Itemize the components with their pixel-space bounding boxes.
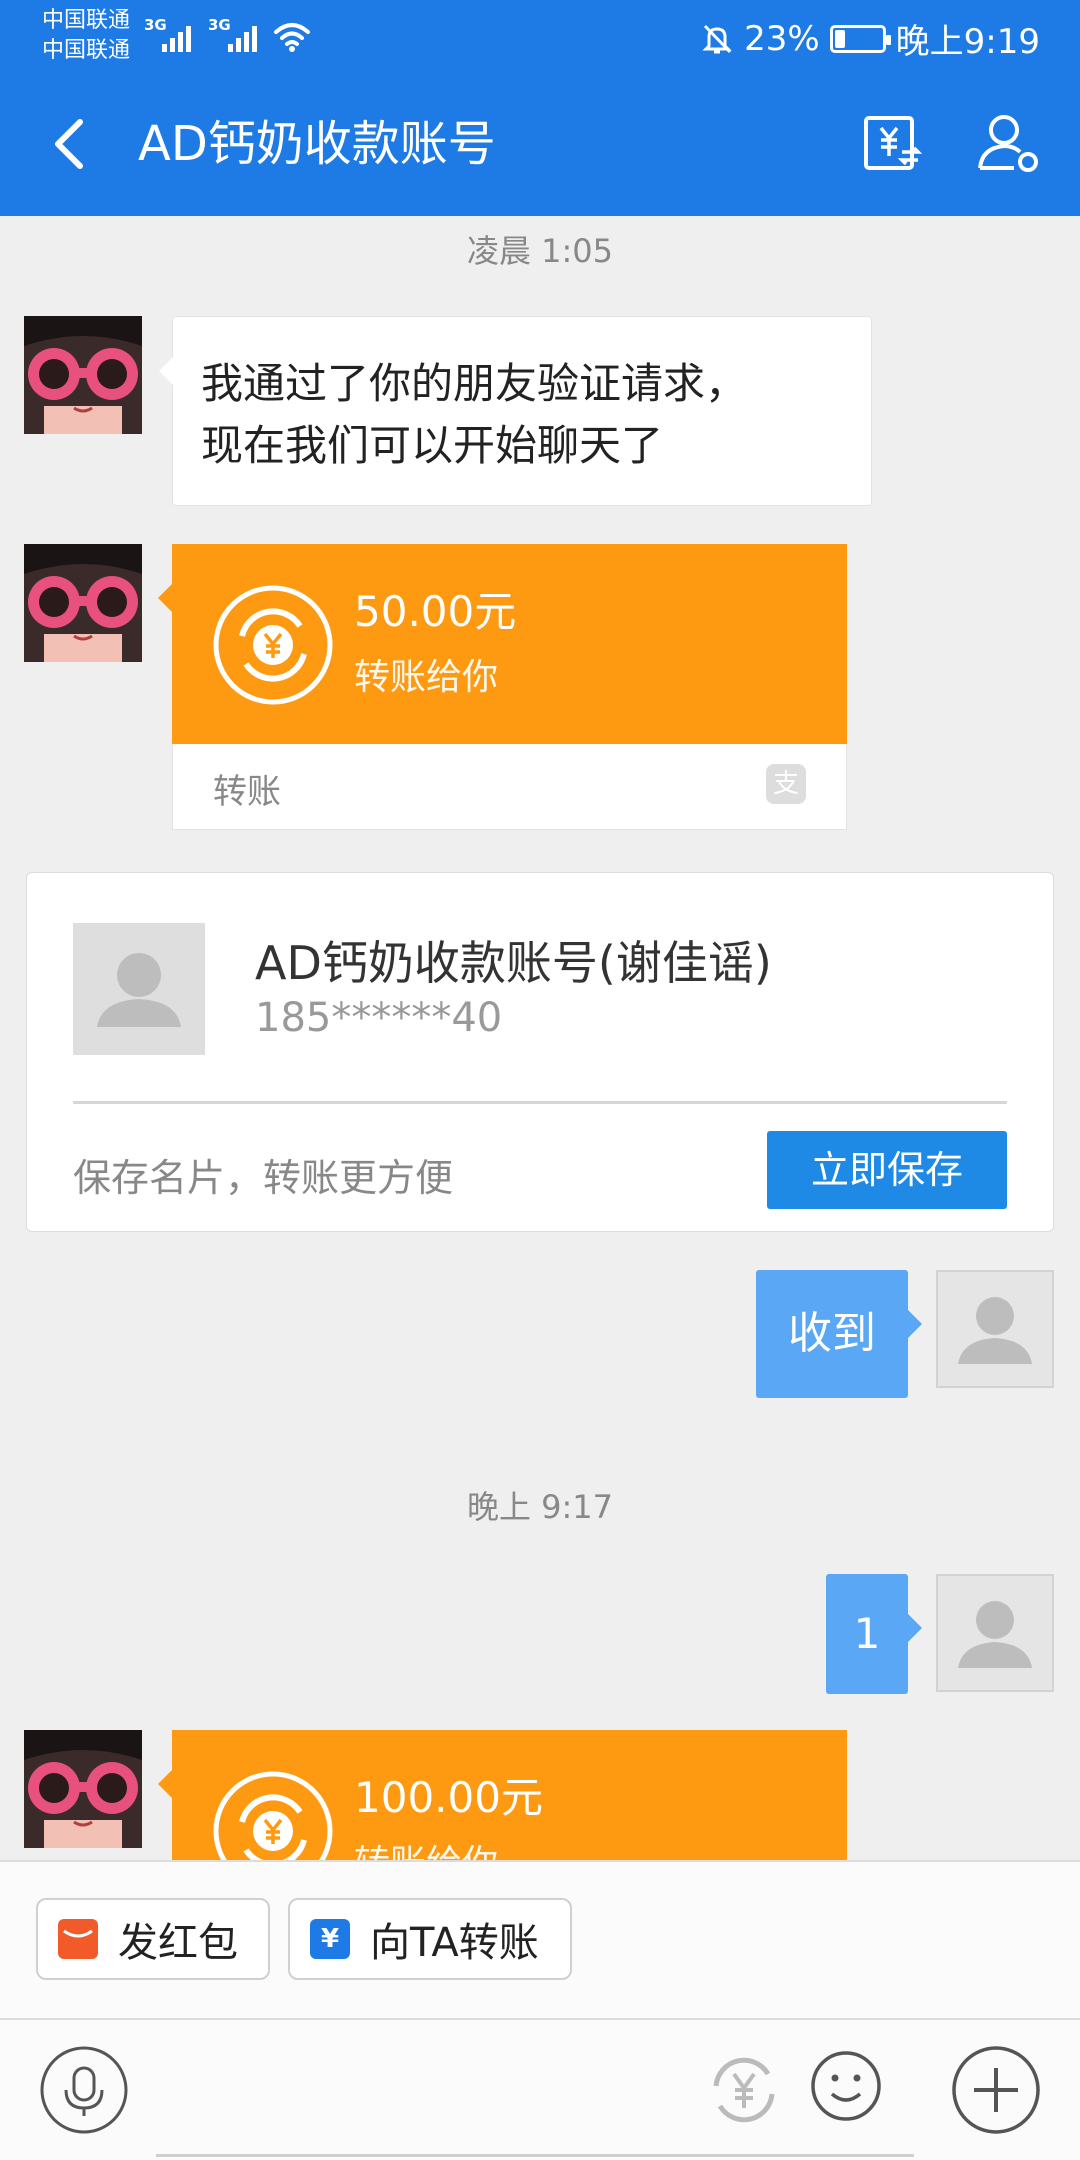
transfer-footer: 转账 支 — [172, 744, 847, 830]
transfer-to-label: 向TA转账 — [370, 1920, 539, 1966]
chat-area[interactable]: 凌晨 1:05 我通过了你的朋友验证请求， 现在我们可以开始聊天了 50.00元… — [0, 216, 1080, 1860]
red-packet-icon — [58, 1919, 98, 1959]
microphone-icon[interactable] — [38, 2044, 130, 2136]
red-packet-button[interactable]: 发红包 — [36, 1898, 270, 1980]
card-hint: 保存名片，转账更方便 — [73, 1156, 454, 1200]
clock: 晚上9:19 — [895, 22, 1040, 62]
transfer-yuan-icon: ¥ — [310, 1919, 350, 1959]
page-title: AD钙奶收款账号 — [138, 116, 496, 172]
network-type-1: 3G — [144, 16, 167, 34]
signal-2-icon: 3G — [208, 16, 264, 52]
person-placeholder-icon — [958, 1297, 1032, 1364]
status-bar: 中国联通 中国联通 3G 3G 23% 晚上9:19 — [0, 0, 1080, 72]
bottom-panel: 发红包 ¥ 向TA转账 — [0, 1860, 1080, 2160]
message-text-line-1: 我通过了你的朋友验证请求， — [201, 359, 748, 408]
mute-bell-icon — [702, 24, 732, 53]
contact-avatar[interactable] — [24, 544, 142, 662]
contact-avatar[interactable] — [24, 316, 142, 434]
save-contact-button[interactable]: 立即保存 — [767, 1131, 1007, 1209]
card-divider — [73, 1101, 1007, 1104]
status-right: 23% 晚上9:19 — [700, 14, 1040, 63]
transfer-coin-icon — [213, 585, 333, 705]
wifi-icon — [274, 23, 310, 52]
transfer-footer-label: 转账 — [213, 772, 281, 812]
contact-photo — [73, 923, 205, 1055]
plus-icon[interactable] — [950, 2044, 1042, 2136]
battery-icon — [829, 24, 891, 53]
carrier-labels: 中国联通 中国联通 — [42, 6, 130, 66]
contact-card[interactable]: AD钙奶收款账号(谢佳谣) 185******40 保存名片，转账更方便 立即保… — [26, 872, 1054, 1232]
card-phone: 185******40 — [255, 995, 503, 1041]
transfer-top: 50.00元 转账给你 — [158, 544, 847, 744]
timestamp: 凌晨 1:05 — [466, 232, 614, 270]
transfer-message[interactable]: 50.00元 转账给你 转账 支 — [158, 544, 847, 830]
timestamp: 晚上 9:17 — [466, 1488, 614, 1526]
card-name: AD钙奶收款账号(谢佳谣) — [255, 936, 772, 990]
my-avatar[interactable] — [936, 1270, 1054, 1388]
back-icon[interactable] — [40, 104, 110, 184]
contact-avatar[interactable] — [24, 1730, 142, 1848]
received-text-bubble[interactable]: 我通过了你的朋友验证请求， 现在我们可以开始聊天了 — [159, 316, 872, 506]
transfer-message[interactable]: 100.00元 转账给你 — [158, 1730, 847, 1860]
network-type-2: 3G — [208, 16, 231, 34]
sent-text-bubble[interactable]: 收到 — [756, 1270, 922, 1398]
title-bar: AD钙奶收款账号 — [0, 72, 1080, 216]
my-avatar[interactable] — [936, 1574, 1054, 1692]
message-input[interactable] — [156, 2154, 914, 2157]
emoji-icon[interactable] — [808, 2048, 884, 2124]
transfer-coin-icon — [213, 1771, 333, 1860]
message-text-line-2: 现在我们可以开始聊天了 — [201, 421, 664, 470]
input-bar — [0, 2020, 1080, 2160]
transfer-subtitle: 转账给你 — [354, 657, 499, 698]
transfer-amount: 50.00元 — [354, 587, 517, 636]
person-settings-icon[interactable] — [974, 108, 1044, 178]
battery-percent: 23% — [744, 18, 820, 59]
transfer-subtitle: 转账给你 — [354, 1834, 498, 1860]
person-placeholder-icon — [97, 953, 181, 1027]
transfer-amount: 100.00元 — [354, 1773, 543, 1822]
carrier-1: 中国联通 — [42, 8, 131, 33]
person-placeholder-icon — [958, 1601, 1032, 1668]
sent-text-bubble[interactable]: 1 — [826, 1574, 922, 1694]
transfer-top: 100.00元 转账给你 — [158, 1730, 847, 1860]
yuan-icon[interactable] — [704, 2050, 784, 2130]
red-packet-label: 发红包 — [118, 1920, 238, 1966]
alipay-icon: 支 — [766, 764, 806, 804]
carrier-2: 中国联通 — [42, 38, 131, 63]
yuan-transfer-icon[interactable] — [856, 108, 926, 178]
transfer-to-button[interactable]: ¥ 向TA转账 — [288, 1898, 572, 1980]
message-text: 我通过了你的朋友验证请求， 现在我们可以开始聊天了 — [201, 353, 841, 477]
signal-1-icon: 3G — [144, 16, 196, 52]
